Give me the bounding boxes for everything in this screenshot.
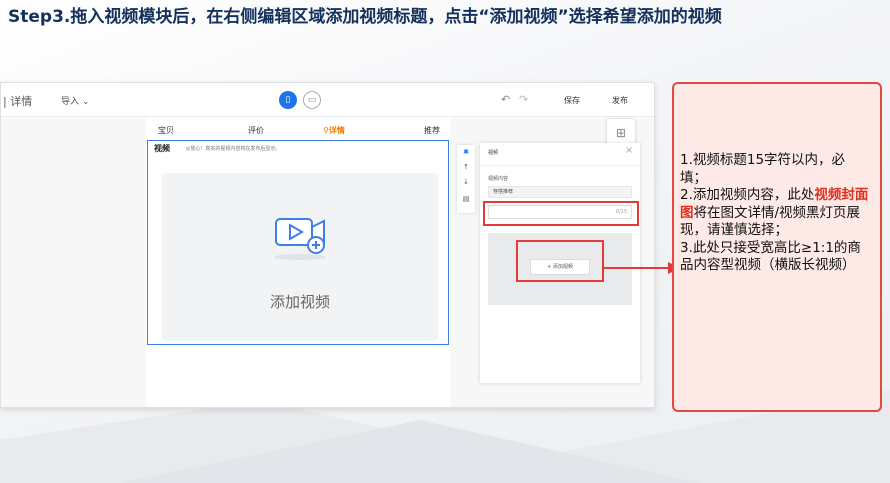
phone-preview: 宝贝 评价 ⚲详情 推荐 视频 ◎放心！真实的视频内容将在发布后显示。 添加视频 (146, 118, 450, 407)
video-module[interactable]: 视频 ◎放心！真实的视频内容将在发布后显示。 添加视频 (147, 140, 449, 345)
panel-divider (480, 165, 640, 166)
undo-icon[interactable]: ↶ (501, 93, 510, 106)
mobile-view-icon[interactable]: ▯ (279, 91, 297, 109)
instruction-callout: 1.视频标题15字符以内，必填； 2.添加视频内容，此处视频封面图将在图文详情/… (672, 82, 882, 412)
close-icon[interactable]: × (625, 145, 633, 156)
editor-topbar: | 详情 导入 ⌄ ▯ ▭ ↶ ↷ 保存 发布 (1, 83, 654, 117)
highlight-title-input (483, 201, 639, 226)
video-content-label: 视频内容 (488, 176, 509, 182)
highlight-add-button (516, 240, 604, 282)
video-placeholder[interactable]: 添加视频 (162, 173, 438, 341)
arrow-icon (604, 262, 680, 274)
breadcrumb: | 详情 (3, 95, 33, 108)
video-tag-select[interactable]: 穿搭推荐 (488, 186, 632, 198)
tab-recommend[interactable]: 推荐 (424, 125, 440, 136)
redo-icon[interactable]: ↷ (519, 93, 528, 106)
panel-title: 视频 (488, 150, 499, 156)
module-toolstrip: ✱ ↑ ↓ ▤ (457, 145, 475, 213)
import-button[interactable]: 导入 ⌄ (61, 94, 89, 107)
settings-icon[interactable]: ✱ (457, 148, 475, 156)
tab-item[interactable]: 宝贝 (158, 125, 174, 136)
move-down-icon[interactable]: ↓ (457, 178, 475, 186)
video-camera-icon (274, 218, 326, 260)
add-video-label: 添加视频 (269, 293, 330, 311)
module-note: ◎放心！真实的视频内容将在发布后显示。 (186, 146, 281, 152)
callout-line-3: 3.此处只接受宽高比≥1:1的商品内容型视频（横版长视频） (680, 239, 861, 274)
step-heading: Step3.拖入视频模块后，在右侧编辑区域添加视频标题，点击“添加视频”选择希望… (8, 7, 722, 27)
tab-detail[interactable]: ⚲详情 (323, 125, 345, 136)
move-up-icon[interactable]: ↑ (457, 163, 475, 171)
callout-line-1: 1.视频标题15字符以内，必填； (680, 152, 846, 186)
save-button[interactable]: 保存 (564, 95, 580, 106)
publish-button[interactable]: 发布 (612, 95, 628, 106)
delete-icon[interactable]: ▤ (457, 195, 475, 203)
module-title: 视频 (154, 144, 170, 153)
desktop-view-icon[interactable]: ▭ (303, 91, 321, 109)
chevron-down-icon: ⌄ (81, 97, 90, 107)
tab-rating[interactable]: 评价 (248, 125, 264, 136)
preview-tabs: 宝贝 评价 ⚲详情 推荐 (146, 118, 450, 140)
callout-line-2: 2.添加视频内容，此处视频封面图将在图文详情/视频黑灯页展现，请谨慎选择； (680, 187, 869, 238)
